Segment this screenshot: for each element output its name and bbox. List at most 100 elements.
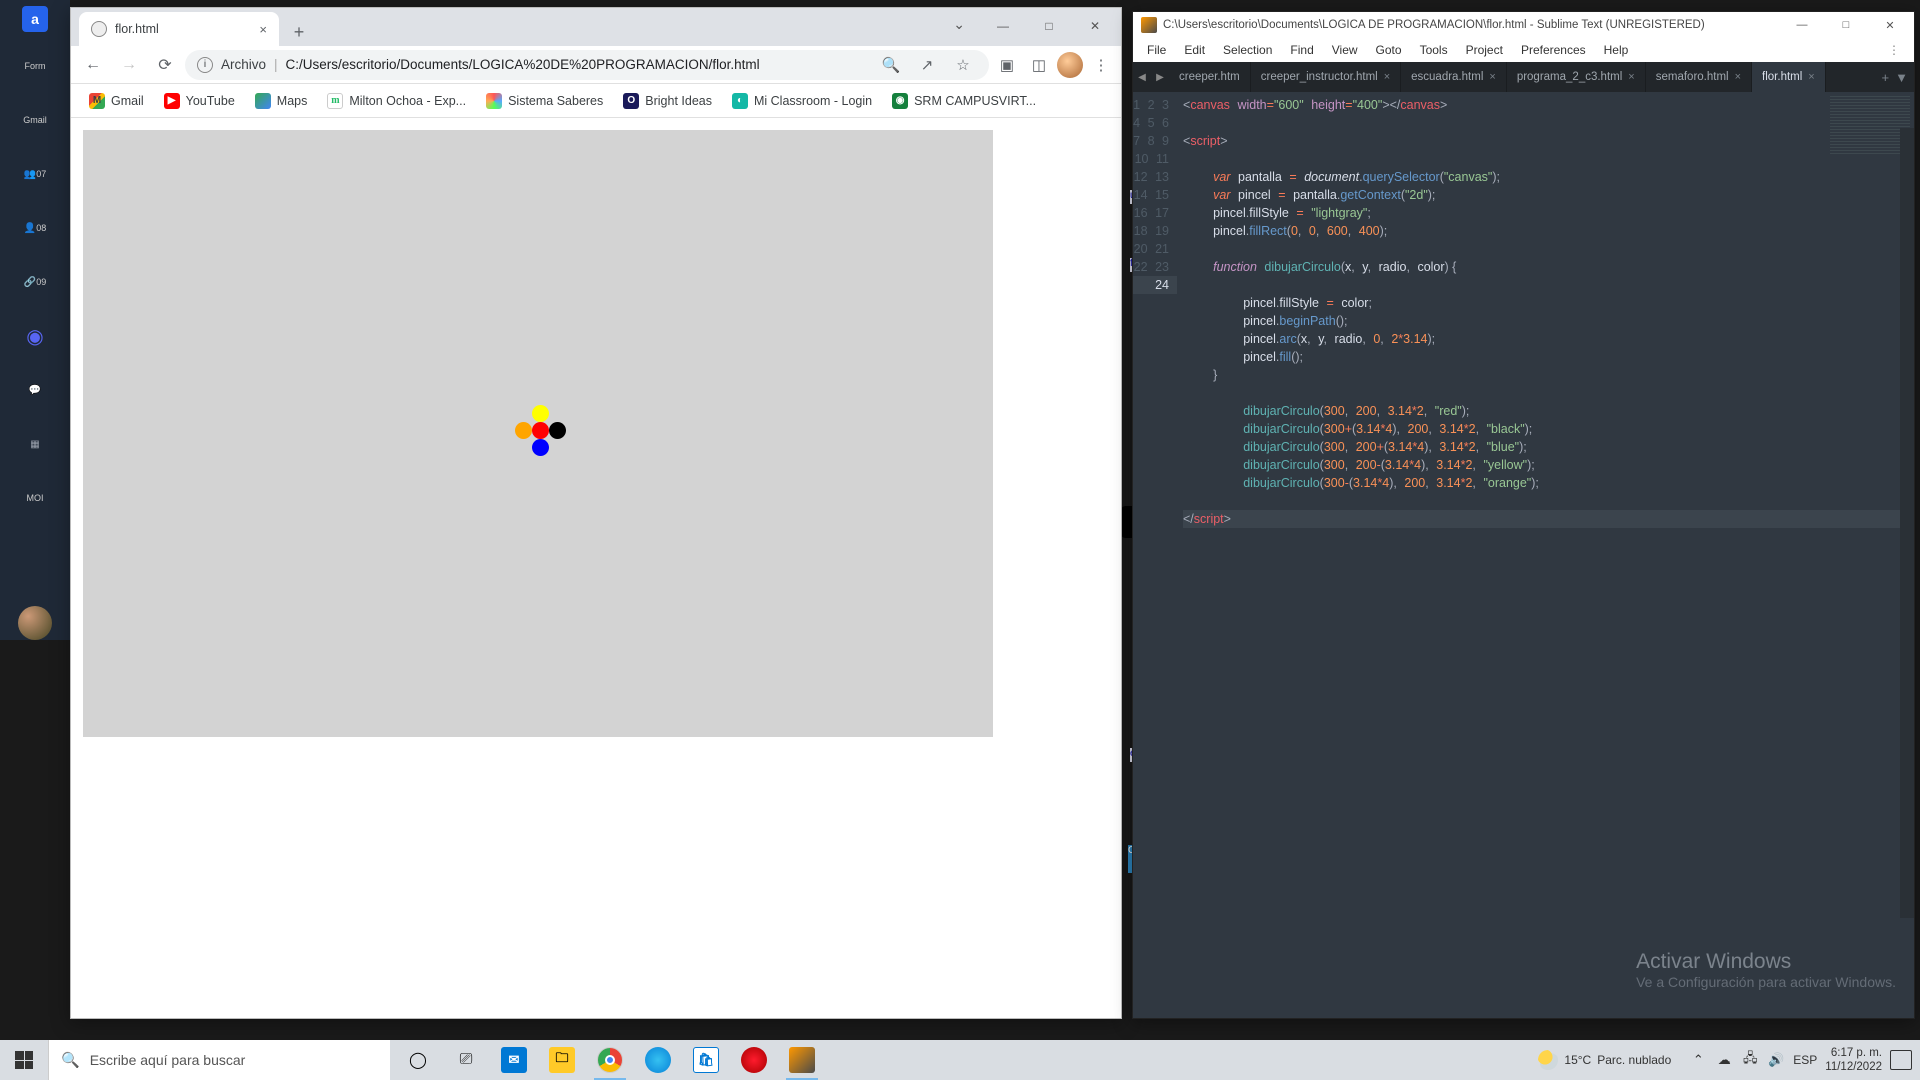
cortana-button[interactable]: ⎚ (442, 1040, 490, 1080)
task-view-button[interactable]: ◯ (394, 1040, 442, 1080)
notification-center-icon[interactable] (1890, 1050, 1912, 1070)
chrome-titlebar: flor.html × + ⌄ — □ ✕ (71, 8, 1121, 46)
address-bar[interactable]: i Archivo | C:/Users/escritorio/Document… (185, 50, 989, 80)
editor-tab[interactable]: creeper_instructor.html× (1251, 62, 1401, 92)
menu-edit[interactable]: Edit (1176, 40, 1213, 60)
sublime-app[interactable] (778, 1040, 826, 1080)
reading-list-icon[interactable]: ▣ (993, 51, 1021, 79)
weather-icon (1538, 1050, 1558, 1070)
close-tab-icon[interactable]: × (259, 22, 267, 37)
chrome-app[interactable] (586, 1040, 634, 1080)
file-explorer[interactable]: 🗀 (538, 1040, 586, 1080)
close-tab-icon[interactable]: × (1489, 71, 1495, 83)
close-tab-icon[interactable]: × (1628, 71, 1634, 83)
chrome-toolbar: ← → ⟳ i Archivo | C:/Users/escritorio/Do… (71, 46, 1121, 84)
menu-overflow-icon[interactable]: ⋮ (1880, 40, 1908, 60)
menu-tools[interactable]: Tools (1412, 40, 1456, 60)
editor-tab-active[interactable]: flor.html× (1752, 62, 1826, 92)
tabs-dropdown-icon[interactable]: ⌄ (953, 16, 965, 33)
bookmark-youtube[interactable]: ▶YouTube (156, 89, 243, 113)
mail-app[interactable]: ✉ (490, 1040, 538, 1080)
windows-taskbar: 🔍 Escribe aquí para buscar ◯ ⎚ ✉ 🗀 🛍 15°… (0, 1040, 1920, 1080)
editor-tab[interactable]: programa_2_c3.html× (1507, 62, 1646, 92)
profile-avatar[interactable] (1057, 52, 1083, 78)
bookmark-star-icon[interactable]: ☆ (949, 51, 977, 79)
minimize-button[interactable]: — (1780, 12, 1824, 38)
canvas-element (83, 130, 993, 737)
maps-icon (255, 93, 271, 109)
close-window-button[interactable]: ✕ (1868, 12, 1912, 38)
sublime-title-text: C:\Users\escritorio\Documents\LOGICA DE … (1163, 19, 1705, 31)
back-button[interactable]: ← (77, 49, 109, 81)
taskbar-search[interactable]: 🔍 Escribe aquí para buscar (48, 1040, 390, 1080)
maximize-button[interactable]: □ (1824, 12, 1868, 38)
side-panel-icon[interactable]: ◫ (1025, 51, 1053, 79)
bg-user-avatar (18, 606, 52, 640)
share-icon[interactable]: ↗ (913, 51, 941, 79)
menu-goto[interactable]: Goto (1368, 40, 1410, 60)
sublime-titlebar: C:\Users\escritorio\Documents\LOGICA DE … (1133, 12, 1914, 38)
scrollbar[interactable] (1900, 128, 1914, 918)
editor-tab[interactable]: creeper.htm (1169, 62, 1251, 92)
bookmark-srm[interactable]: ◉SRM CAMPUSVIRT... (884, 89, 1044, 113)
search-placeholder: Escribe aquí para buscar (90, 1052, 246, 1068)
bookmark-classroom[interactable]: ◐Mi Classroom - Login (724, 89, 880, 113)
code-editor[interactable]: <canvas width="600" height="400"></canva… (1177, 92, 1914, 1018)
store-app[interactable]: 🛍 (682, 1040, 730, 1080)
start-button[interactable] (0, 1040, 48, 1080)
edge-app[interactable] (634, 1040, 682, 1080)
forward-button[interactable]: → (113, 49, 145, 81)
language-indicator[interactable]: ESP (1793, 1053, 1817, 1067)
browser-tab[interactable]: flor.html × (79, 12, 279, 46)
tab-scroll-right[interactable]: ▶ (1151, 62, 1169, 92)
menu-preferences[interactable]: Preferences (1513, 40, 1594, 60)
chrome-window: flor.html × + ⌄ — □ ✕ ← → ⟳ i Archivo | … (70, 7, 1122, 1019)
zoom-icon[interactable]: 🔍 (877, 51, 905, 79)
chrome-menu-icon[interactable]: ⋮ (1087, 51, 1115, 79)
menu-help[interactable]: Help (1596, 40, 1637, 60)
bookmark-milton[interactable]: mMilton Ochoa - Exp... (319, 89, 474, 113)
editor-tab[interactable]: escuadra.html× (1401, 62, 1507, 92)
bg-mod-label: MOI (15, 478, 55, 518)
minimize-button[interactable]: — (981, 12, 1025, 40)
maximize-button[interactable]: □ (1027, 12, 1071, 40)
network-icon[interactable]: 🖧 (1741, 1051, 1759, 1069)
opera-app[interactable] (730, 1040, 778, 1080)
taskbar-apps: ◯ ⎚ ✉ 🗀 🛍 (394, 1040, 826, 1080)
flower-petal-blue (532, 439, 549, 456)
clock[interactable]: 6:17 p. m. 11/12/2022 (1825, 1046, 1882, 1074)
add-tab-icon[interactable]: + (1882, 70, 1890, 85)
menu-project[interactable]: Project (1458, 40, 1511, 60)
site-info-icon[interactable]: i (197, 57, 213, 73)
weather-label: Parc. nublado (1597, 1053, 1671, 1067)
reload-button[interactable]: ⟳ (149, 49, 181, 81)
minimap[interactable] (1830, 96, 1910, 156)
menu-selection[interactable]: Selection (1215, 40, 1280, 60)
weather-widget[interactable]: 15°C Parc. nublado (1528, 1050, 1681, 1070)
bookmark-maps[interactable]: Maps (247, 89, 316, 113)
volume-icon[interactable]: 🔊 (1767, 1051, 1785, 1069)
line-gutter: 1 2 3 4 5 6 7 8 9 10 11 12 13 14 15 16 1… (1133, 92, 1177, 1018)
bookmark-bright[interactable]: OBright Ideas (615, 89, 720, 113)
bookmark-gmail[interactable]: MGmail (81, 89, 152, 113)
bright-icon: O (623, 93, 639, 109)
menu-file[interactable]: File (1139, 40, 1174, 60)
close-window-button[interactable]: ✕ (1073, 12, 1117, 40)
gmail-icon: M (89, 93, 105, 109)
menu-view[interactable]: View (1324, 40, 1366, 60)
bookmark-saberes[interactable]: Sistema Saberes (478, 89, 611, 113)
flower-petal-orange (515, 422, 532, 439)
menu-find[interactable]: Find (1282, 40, 1321, 60)
tab-scroll-left[interactable]: ◀ (1133, 62, 1151, 92)
bookmarks-bar: MGmail ▶YouTube Maps mMilton Ochoa - Exp… (71, 84, 1121, 118)
new-tab-button[interactable]: + (285, 18, 313, 46)
close-tab-icon[interactable]: × (1384, 71, 1390, 83)
editor-tab[interactable]: semaforo.html× (1646, 62, 1752, 92)
grid-icon: ▦ (15, 424, 55, 464)
discord-icon: ◉ (15, 316, 55, 356)
close-tab-icon[interactable]: × (1735, 71, 1741, 83)
tray-chevron-icon[interactable]: ⌃ (1689, 1051, 1707, 1069)
tab-menu-icon[interactable]: ▼ (1895, 70, 1908, 85)
close-tab-icon[interactable]: × (1808, 71, 1814, 83)
onedrive-icon[interactable]: ☁ (1715, 1051, 1733, 1069)
